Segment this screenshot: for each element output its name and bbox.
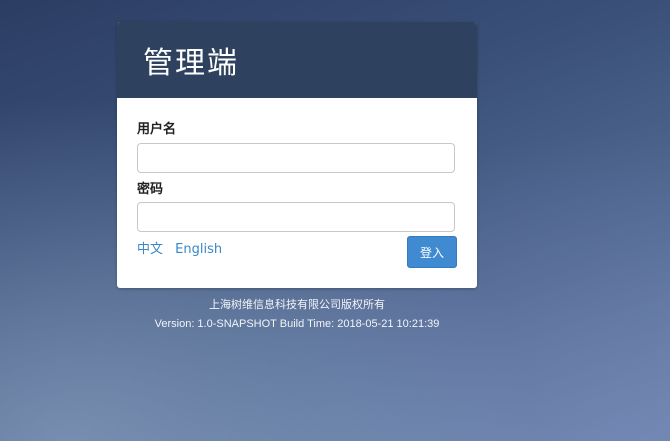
password-label: 密码 [137,182,164,197]
language-switcher: 中文 English [137,238,230,257]
footer-copyright: 上海树维信息科技有限公司版权所有 [209,298,385,311]
username-input[interactable] [137,143,455,173]
login-card: 管理端 用户名 密码 中文 English 登入 [117,22,477,288]
password-input[interactable] [137,202,455,232]
page-title: 管理端 [143,46,239,81]
footer-version: Version: 1.0-SNAPSHOT Build Time: 2018-0… [154,318,440,330]
login-button[interactable]: 登入 [407,236,457,268]
lang-english-link[interactable]: English [175,242,222,257]
username-label: 用户名 [137,122,177,137]
login-card-header: 管理端 [117,22,477,98]
lang-chinese-link[interactable]: 中文 [137,242,163,257]
